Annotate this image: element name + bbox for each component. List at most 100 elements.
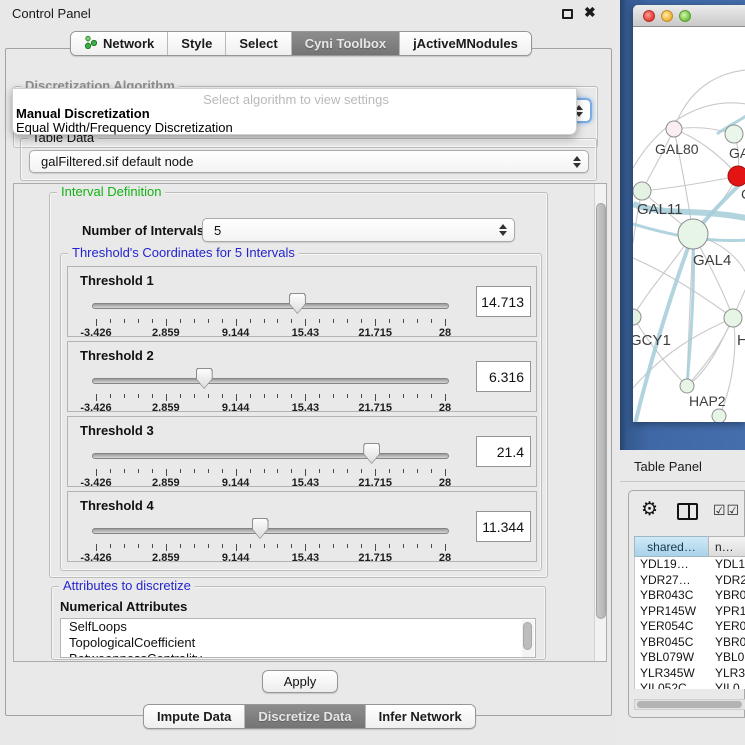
HAP2-node[interactable] bbox=[680, 379, 694, 393]
table-row[interactable]: YIL052CYIL0 bbox=[635, 681, 745, 689]
minimize-traffic-light-icon[interactable] bbox=[661, 10, 673, 22]
cell-name[interactable]: YIL0 bbox=[709, 681, 745, 689]
app-root: Control Panel ✖ Network Style Select Cyn… bbox=[0, 0, 745, 745]
table-row[interactable]: YDR27…YDR2 bbox=[635, 573, 745, 589]
slider-track[interactable] bbox=[92, 528, 449, 534]
threshold-value-field[interactable] bbox=[476, 511, 531, 542]
tab-infer-network[interactable]: Infer Network bbox=[366, 705, 475, 728]
gear-icon[interactable]: ⚙ bbox=[641, 500, 658, 520]
GAL11-node[interactable] bbox=[633, 182, 651, 200]
attribute-list-item[interactable]: SelfLoops bbox=[61, 619, 535, 635]
tab-discretize-data[interactable]: Discretize Data bbox=[245, 705, 365, 728]
cell-name[interactable]: YPR1 bbox=[709, 604, 745, 620]
network-canvas[interactable]: GAL80GACGAL11GAL4GCY1HHAP2 bbox=[633, 28, 745, 422]
number-of-intervals-combobox[interactable]: 5 bbox=[202, 218, 515, 242]
column-header-name[interactable]: n… bbox=[708, 536, 745, 557]
threshold-value-field[interactable] bbox=[476, 286, 531, 317]
table-row[interactable]: YER054CYER0 bbox=[635, 619, 745, 635]
network-edge-thick[interactable] bbox=[635, 234, 693, 422]
cell-shared-name[interactable]: YER054C bbox=[635, 619, 709, 635]
tick-mark bbox=[152, 469, 153, 473]
numerical-attributes-list[interactable]: SelfLoopsTopologicalCoefficientBetweenne… bbox=[60, 618, 536, 658]
slider-track[interactable] bbox=[92, 378, 449, 384]
table-row[interactable]: YDL19…YDL1 bbox=[635, 557, 745, 573]
tick-mark bbox=[236, 544, 237, 551]
cell-shared-name[interactable]: YBR045C bbox=[635, 635, 709, 651]
slider-thumb[interactable] bbox=[289, 293, 306, 314]
group-title: Interval Definition bbox=[57, 185, 165, 199]
cell-name[interactable]: YBR0 bbox=[709, 588, 745, 604]
slider-thumb[interactable] bbox=[252, 518, 269, 539]
node-label: GA bbox=[729, 145, 745, 161]
threshold-value-field[interactable] bbox=[476, 361, 531, 392]
slider-track[interactable] bbox=[92, 303, 449, 309]
cell-shared-name[interactable]: YIL052C bbox=[635, 681, 709, 689]
tab-style[interactable]: Style bbox=[168, 32, 226, 55]
threshold-panel: Threshold 4 -3.4262.8599.14415.4321.7152… bbox=[67, 491, 537, 562]
column-header-shared-name[interactable]: shared… bbox=[634, 536, 708, 557]
network-edge[interactable] bbox=[674, 70, 745, 129]
cell-shared-name[interactable]: YBR043C bbox=[635, 588, 709, 604]
network-edge[interactable] bbox=[642, 176, 738, 191]
horizontal-scrollbar[interactable] bbox=[634, 699, 745, 710]
close-icon[interactable]: ✖ bbox=[584, 4, 596, 21]
tab-network[interactable]: Network bbox=[71, 32, 168, 55]
slider-track[interactable] bbox=[92, 453, 449, 459]
cell-name[interactable]: YLR3 bbox=[709, 666, 745, 682]
right-node[interactable] bbox=[724, 309, 742, 327]
cell-name[interactable]: YDL1 bbox=[709, 557, 745, 573]
red-node[interactable] bbox=[728, 166, 745, 186]
list-scrollbar[interactable] bbox=[522, 620, 534, 658]
tab-select[interactable]: Select bbox=[226, 32, 291, 55]
scrollbar-thumb[interactable] bbox=[637, 701, 742, 708]
cell-shared-name[interactable]: YDL19… bbox=[635, 557, 709, 573]
cell-name[interactable]: YER0 bbox=[709, 619, 745, 635]
cell-shared-name[interactable]: YLR345W bbox=[635, 666, 709, 682]
apply-button[interactable]: Apply bbox=[262, 670, 338, 693]
slider-thumb[interactable] bbox=[363, 443, 380, 464]
table-row[interactable]: YLR345WYLR3 bbox=[635, 666, 745, 682]
network-edge[interactable] bbox=[642, 129, 674, 191]
network-window-titlebar[interactable] bbox=[633, 5, 745, 27]
scrollbar-thumb[interactable] bbox=[596, 203, 606, 619]
GCY1-node[interactable] bbox=[633, 309, 641, 325]
cell-name[interactable]: YBL0 bbox=[709, 650, 745, 666]
tick-mark bbox=[236, 394, 237, 401]
tick-mark bbox=[208, 319, 209, 323]
tab-jactivemnodules[interactable]: jActiveMNodules bbox=[400, 32, 531, 55]
close-traffic-light-icon[interactable] bbox=[643, 10, 655, 22]
cell-shared-name[interactable]: YDR27… bbox=[635, 573, 709, 589]
table-row[interactable]: YBR045CYBR0 bbox=[635, 635, 745, 651]
popup-placeholder-item[interactable]: Select algorithm to view settings bbox=[13, 92, 576, 107]
cell-name[interactable]: YDR2 bbox=[709, 573, 745, 589]
checkbox-icons[interactable]: ☑☑ bbox=[713, 502, 740, 519]
GAL4-node[interactable] bbox=[678, 219, 708, 249]
tick-mark bbox=[417, 394, 418, 398]
zoom-traffic-light-icon[interactable] bbox=[679, 10, 691, 22]
tick-mark bbox=[319, 544, 320, 548]
popup-option-manual-discretization[interactable]: Manual Discretization bbox=[13, 106, 576, 121]
tick-label: 21.715 bbox=[358, 327, 392, 339]
cell-shared-name[interactable]: YPR145W bbox=[635, 604, 709, 620]
threshold-value-field[interactable] bbox=[476, 436, 531, 467]
columns-icon[interactable] bbox=[677, 503, 698, 520]
table-data-combobox[interactable]: galFiltered.sif default node bbox=[29, 150, 589, 173]
popup-option-equal-width-frequency[interactable]: Equal Width/Frequency Discretization bbox=[13, 120, 576, 135]
attribute-list-item[interactable]: TopologicalCoefficient bbox=[61, 635, 535, 651]
tick-label: -3.426 bbox=[80, 477, 111, 489]
attribute-list-item[interactable]: BetweennessCentrality bbox=[61, 651, 535, 658]
table-row[interactable]: YPR145WYPR1 bbox=[635, 604, 745, 620]
vertical-scrollbar[interactable] bbox=[594, 184, 607, 661]
table-row[interactable]: YBR043CYBR0 bbox=[635, 588, 745, 604]
float-window-icon[interactable] bbox=[562, 9, 573, 19]
table-row[interactable]: YBL079WYBL0 bbox=[635, 650, 745, 666]
tab-cyni-toolbox[interactable]: Cyni Toolbox bbox=[292, 32, 400, 55]
cell-shared-name[interactable]: YBL079W bbox=[635, 650, 709, 666]
cell-name[interactable]: YBR0 bbox=[709, 635, 745, 651]
top-right-node[interactable] bbox=[725, 125, 743, 143]
bottom-node[interactable] bbox=[712, 409, 726, 422]
algorithm-dropdown-popup: Select algorithm to view settings Manual… bbox=[12, 88, 577, 135]
GAL80-node[interactable] bbox=[666, 121, 682, 137]
tab-impute-data[interactable]: Impute Data bbox=[144, 705, 245, 728]
slider-thumb[interactable] bbox=[196, 368, 213, 389]
